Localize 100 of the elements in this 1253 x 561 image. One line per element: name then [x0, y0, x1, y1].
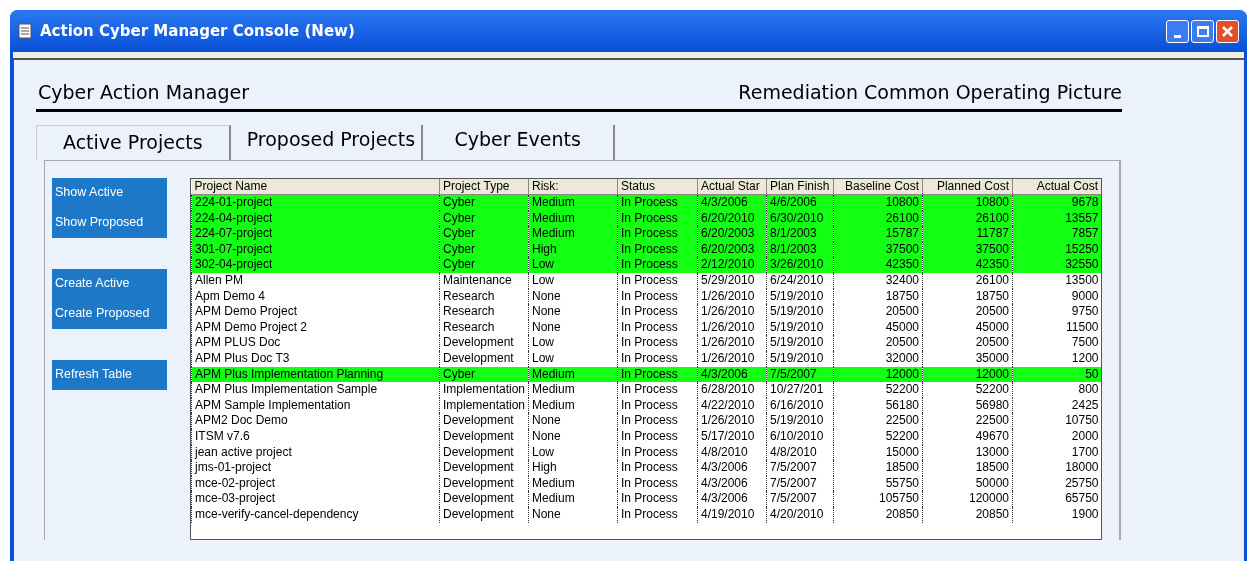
table-cell: 10800 [833, 194, 923, 211]
table-cell: 4/19/2010 [697, 506, 767, 523]
action-button[interactable]: Create Proposed [52, 298, 167, 329]
table-cell: In Process [617, 382, 698, 398]
action-button[interactable]: Refresh Table [52, 359, 167, 390]
table-cell: None [528, 429, 618, 445]
table-cell: 224-07-project [191, 226, 440, 242]
table-cell: APM Demo Project [191, 304, 440, 320]
table-row[interactable]: APM Plus Implementation Sample Implementation Medium In Process 6/28/2010 10/27/201 52200 52200 800 [191, 382, 1101, 398]
table-cell: Development [439, 506, 529, 523]
table-cell: 32000 [833, 351, 923, 367]
table-row[interactable]: APM2 Doc Demo Development None In Process 1/26/2010 5/19/2010 22500 22500 10750 [191, 413, 1101, 429]
table-cell: 5/19/2010 [766, 304, 834, 320]
table-cell: 6/24/2010 [766, 273, 834, 289]
action-button[interactable]: Show Proposed [52, 207, 167, 238]
table-cell: 65750 [1012, 491, 1101, 507]
close-button[interactable] [1216, 19, 1239, 43]
table-cell: 18500 [922, 460, 1013, 476]
table-cell: 20500 [922, 304, 1013, 320]
table-cell: None [528, 304, 618, 320]
table-cell: Development [439, 491, 529, 507]
table-cell: Low [528, 351, 618, 367]
table-row[interactable]: 302-04-project Cyber Low In Process 2/12/2010 3/26/2010 42350 42350 32550 [191, 257, 1101, 274]
table-cell: In Process [617, 429, 698, 445]
table-row[interactable]: APM Plus Doc T3 Development Low In Process 1/26/2010 5/19/2010 32000 35000 1200 [191, 351, 1101, 367]
table-cell: Medium [528, 491, 618, 507]
minimize-button[interactable] [1166, 19, 1189, 43]
app-heading: Cyber Action Manager [38, 80, 249, 105]
table-cell: 52200 [922, 382, 1013, 398]
table-cell: 6/10/2010 [766, 429, 834, 445]
table-cell: In Process [617, 273, 698, 289]
table-cell: In Process [617, 304, 698, 320]
table-cell: ITSM v7.6 [191, 429, 440, 445]
table-cell: 4/3/2006 [697, 491, 767, 507]
table-cell: 1/26/2010 [697, 351, 767, 367]
table-cell: 10800 [922, 194, 1013, 211]
table-cell: 5/17/2010 [697, 429, 767, 445]
table-cell: Development [439, 429, 529, 445]
table-cell: Allen PM [191, 273, 440, 289]
table-cell: 9750 [1012, 304, 1101, 320]
column-header[interactable]: Planned Cost [922, 178, 1013, 195]
table-cell: 35000 [922, 351, 1013, 367]
table-cell: 52200 [833, 429, 923, 445]
table-cell: 13500 [1012, 273, 1101, 289]
table-cell: 1900 [1012, 506, 1101, 523]
table-cell: 5/19/2010 [766, 351, 834, 367]
table-cell: Implementation [439, 382, 529, 398]
table-cell: In Process [617, 491, 698, 507]
column-header[interactable]: Baseline Cost [833, 178, 923, 195]
table-cell: 4/3/2006 [697, 194, 767, 211]
action-button[interactable]: Show Active [52, 177, 167, 208]
table-row[interactable]: mce-03-project Development Medium In Process 4/3/2006 7/5/2007 105750 120000 65750 [191, 491, 1101, 507]
column-header[interactable]: Actual Cost [1012, 178, 1101, 195]
document-icon [18, 23, 32, 39]
table-cell: Cyber [439, 226, 529, 242]
close-icon [1221, 24, 1234, 38]
table-row[interactable]: APM Demo Project Research None In Process 1/26/2010 5/19/2010 20500 20500 9750 [191, 304, 1101, 320]
table-cell: 6/28/2010 [697, 382, 767, 398]
table-cell: 5/29/2010 [697, 273, 767, 289]
column-header[interactable]: Project Name [191, 178, 440, 195]
table-cell: 26100 [922, 273, 1013, 289]
table-cell: APM Plus Implementation Sample [191, 382, 440, 398]
table-cell: 224-01-project [191, 194, 440, 211]
table-cell: In Process [617, 506, 698, 523]
maximize-button[interactable] [1191, 19, 1214, 43]
column-header[interactable]: Actual Star [697, 178, 767, 195]
table-row[interactable]: ITSM v7.6 Development None In Process 5/17/2010 6/10/2010 52200 49670 2000 [191, 429, 1101, 445]
table-cell: 9678 [1012, 194, 1101, 211]
table-cell: mce-verify-cancel-dependency [191, 506, 440, 523]
table-row[interactable]: jms-01-project Development High In Process 4/3/2006 7/5/2007 18500 18500 18000 [191, 460, 1101, 476]
column-header[interactable]: Project Type [439, 178, 529, 195]
table-cell: In Process [617, 194, 698, 211]
action-button[interactable]: Create Active [52, 268, 167, 299]
column-header[interactable]: Risk: [528, 178, 618, 195]
table-cell: 11787 [922, 226, 1013, 242]
table-cell: 20850 [833, 506, 923, 523]
table-row[interactable]: Allen PM Maintenance Low In Process 5/29/2010 6/24/2010 32400 26100 13500 [191, 273, 1101, 289]
column-header[interactable]: Plan Finish [766, 178, 834, 195]
column-header[interactable]: Status [617, 178, 698, 195]
table-cell: 7/5/2007 [766, 491, 834, 507]
table-cell: 15787 [833, 226, 923, 242]
table-cell: 7857 [1012, 226, 1101, 242]
table-cell: 10/27/201 [766, 382, 834, 398]
table-row[interactable]: APM PLUS Doc Development Low In Process 1/26/2010 5/19/2010 20500 20500 7500 [191, 335, 1101, 352]
table-cell: In Process [617, 351, 698, 367]
table-cell: 4/20/2010 [766, 506, 834, 523]
table-cell: Medium [528, 226, 618, 242]
table-cell: 18000 [1012, 460, 1101, 476]
table-cell: Maintenance [439, 273, 529, 289]
table-cell: 7/5/2007 [766, 460, 834, 476]
table-row[interactable]: 224-07-project Cyber Medium In Process 6/20/2003 8/1/2003 15787 11787 7857 [191, 226, 1101, 242]
table-cell: 32400 [833, 273, 923, 289]
table-cell: 20850 [922, 506, 1013, 523]
table-cell: 4/6/2006 [766, 194, 834, 211]
tab[interactable]: Active Projects [36, 124, 231, 160]
table-cell: 6/20/2003 [697, 226, 767, 242]
table-cell: Medium [528, 382, 618, 398]
table-cell: Development [439, 460, 529, 476]
table-cell: 18500 [833, 460, 923, 476]
table-cell: In Process [617, 226, 698, 242]
